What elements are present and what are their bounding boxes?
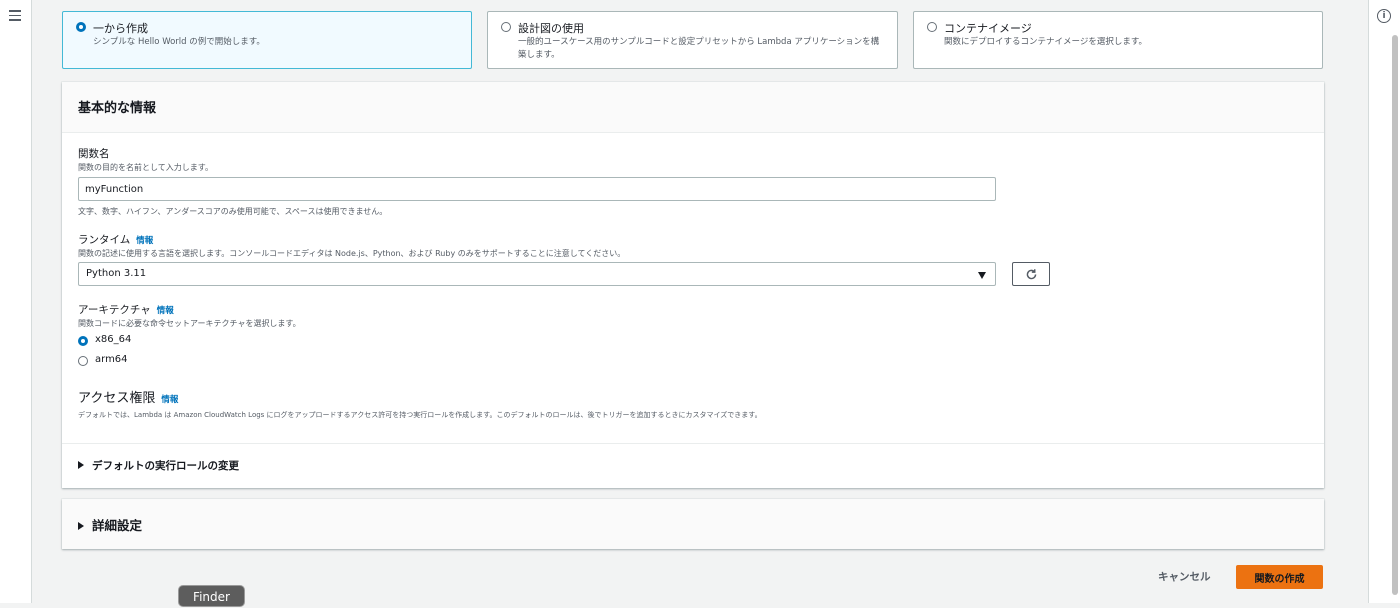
advanced-settings-expander[interactable]: 詳細設定 <box>78 515 142 534</box>
option-title: 一から作成 <box>93 22 148 35</box>
permissions-description: デフォルトでは、Lambda は Amazon CloudWatch Logs … <box>78 411 762 419</box>
advanced-settings-panel[interactable]: 詳細設定 <box>62 499 1324 549</box>
option-title: コンテナイメージ <box>944 22 1032 35</box>
finder-tooltip: Finder <box>178 585 245 607</box>
function-name-input[interactable] <box>78 177 996 201</box>
permissions-heading: アクセス権限 情報 <box>78 387 178 406</box>
permissions-label-text: アクセス権限 <box>78 391 156 406</box>
architecture-description: 関数コードに必要な命令セットアーキテクチャを選択します。 <box>78 319 301 328</box>
basic-info-panel: 基本的な情報 関数名 関数の目的を名前として入力します。 文字、数字、ハイフン、… <box>62 82 1324 488</box>
cancel-button[interactable]: キャンセル <box>1150 566 1219 588</box>
caret-right-icon <box>78 521 84 530</box>
architecture-radio-checked[interactable] <box>78 336 88 346</box>
option-radio-checked[interactable] <box>76 22 86 32</box>
function-name-hint: 文字、数字、ハイフン、アンダースコアのみ使用可能で、スペースは使用できません。 <box>78 207 388 216</box>
option-author-from-scratch[interactable]: 一から作成 シンプルな Hello World の例で開始します。 <box>62 11 472 69</box>
divider <box>62 443 1324 444</box>
basic-info-header: 基本的な情報 <box>62 82 1324 133</box>
option-radio[interactable] <box>501 22 511 32</box>
runtime-label-text: ランタイム <box>78 234 131 246</box>
refresh-runtime-button[interactable] <box>1012 262 1050 286</box>
refresh-icon <box>1026 269 1037 280</box>
architecture-label-text: アーキテクチャ <box>78 304 151 316</box>
runtime-selected-value: Python 3.11 <box>86 268 147 279</box>
left-nav-rail <box>0 0 32 603</box>
option-container-image[interactable]: コンテナイメージ 関数にデプロイするコンテナイメージを選択します。 <box>913 11 1323 69</box>
architecture-radio[interactable] <box>78 356 88 366</box>
default-role-expander[interactable]: デフォルトの実行ロールの変更 <box>78 458 239 473</box>
function-name-description: 関数の目的を名前として入力します。 <box>78 163 213 172</box>
create-function-button[interactable]: 関数の作成 <box>1236 565 1323 589</box>
architecture-option-label: arm64 <box>95 354 128 365</box>
option-title: 設計図の使用 <box>518 22 584 35</box>
runtime-label: ランタイム 情報 <box>78 232 153 247</box>
option-description: 一般的ユースケース用のサンプルコードと設定プリセットから Lambda アプリケ… <box>518 37 880 60</box>
architecture-label: アーキテクチャ 情報 <box>78 302 174 317</box>
scrollbar[interactable] <box>1391 35 1399 600</box>
runtime-select[interactable]: Python 3.11 <box>78 262 996 286</box>
option-radio[interactable] <box>927 22 937 32</box>
runtime-info-link[interactable]: 情報 <box>136 236 153 246</box>
info-panel-icon[interactable]: i <box>1377 9 1391 23</box>
option-use-blueprint[interactable]: 設計図の使用 一般的ユースケース用のサンプルコードと設定プリセットから Lamb… <box>487 11 898 69</box>
panel-title: 基本的な情報 <box>78 101 157 116</box>
caret-right-icon <box>78 461 84 469</box>
scrollbar-thumb[interactable] <box>1392 35 1398 595</box>
permissions-info-link[interactable]: 情報 <box>161 395 178 405</box>
runtime-description: 関数の記述に使用する言語を選択します。コンソールコードエディタは Node.js… <box>78 249 626 258</box>
caret-down-icon <box>978 272 986 279</box>
option-description: シンプルな Hello World の例で開始します。 <box>93 37 265 47</box>
architecture-info-link[interactable]: 情報 <box>157 306 174 316</box>
function-name-label: 関数名 <box>78 148 110 160</box>
option-description: 関数にデプロイするコンテナイメージを選択します。 <box>944 37 1147 47</box>
architecture-option-label: x86_64 <box>95 334 132 345</box>
expander-label: 詳細設定 <box>92 518 143 533</box>
menu-icon[interactable] <box>9 10 21 22</box>
right-tools-rail: i <box>1368 0 1400 603</box>
expander-label: デフォルトの実行ロールの変更 <box>92 460 239 472</box>
